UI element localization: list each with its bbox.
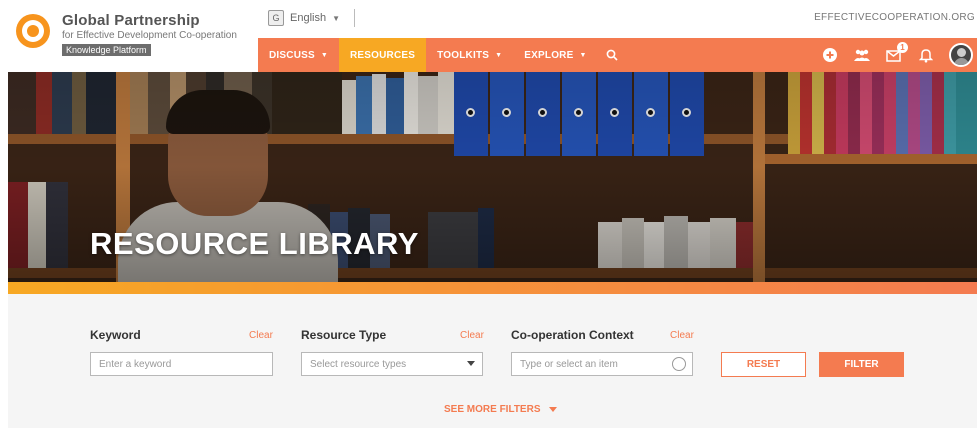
nav-item-resources[interactable]: RESOURCES (339, 38, 427, 72)
nav-item-explore[interactable]: EXPLORE ▼ (513, 38, 597, 72)
hero-accent-bar (8, 282, 977, 294)
chevron-down-icon: ▼ (579, 51, 587, 59)
language-selector[interactable]: G English ▼ (268, 8, 355, 28)
chevron-down-icon (467, 361, 475, 366)
chevron-down-icon: ▼ (495, 51, 503, 59)
context-input[interactable]: Type or select an item (511, 352, 693, 376)
nav-item-label: TOOLKITS (437, 49, 490, 61)
brand-title: Global Partnership (62, 12, 200, 29)
keyword-input[interactable]: Enter a keyword (90, 352, 273, 376)
plus-circle-icon[interactable] (821, 46, 839, 64)
language-divider (354, 9, 355, 27)
chevron-down-icon: ▼ (320, 51, 328, 59)
page: Global Partnership for Effective Develop… (0, 0, 977, 428)
resource-type-label: Resource Type (301, 328, 387, 342)
reset-button[interactable]: RESET (721, 352, 806, 377)
resource-filters: Keyword Clear Enter a keyword Resource T… (8, 294, 977, 428)
see-more-label: SEE MORE FILTERS (444, 404, 541, 415)
filter-button[interactable]: FILTER (819, 352, 904, 377)
chevron-down-icon: ▼ (332, 13, 340, 23)
see-more-filters-link[interactable]: SEE MORE FILTERS (444, 404, 557, 415)
user-avatar[interactable] (949, 43, 973, 67)
language-label: English (290, 12, 327, 24)
resource-type-clear-link[interactable]: Clear (460, 330, 484, 341)
main-nav: DISCUSS ▼ RESOURCES TOOLKITS ▼ EXPLORE ▼ (258, 38, 977, 72)
context-label: Co-operation Context (511, 328, 634, 342)
brand-tag: Knowledge Platform (62, 44, 151, 56)
context-placeholder: Type or select an item (520, 358, 618, 370)
site-header: Global Partnership for Effective Develop… (0, 0, 977, 72)
messages-badge: 1 (897, 42, 908, 53)
resource-type-select[interactable]: Select resource types (301, 352, 483, 376)
nav-item-label: DISCUSS (269, 49, 315, 61)
brand-subtitle: for Effective Development Co-operation (62, 30, 237, 41)
nav-item-toolkits[interactable]: TOOLKITS ▼ (426, 38, 513, 72)
messages-icon[interactable]: 1 (885, 42, 908, 64)
page-title: RESOURCE LIBRARY (90, 226, 419, 261)
search-icon[interactable] (602, 38, 622, 72)
bell-icon[interactable] (917, 46, 935, 64)
nav-item-label: EXPLORE (524, 49, 574, 61)
loading-circle-icon (672, 357, 686, 371)
community-icon[interactable] (853, 46, 871, 64)
keyword-label: Keyword (90, 328, 141, 342)
gpedc-logo-icon (16, 14, 50, 48)
resource-type-placeholder: Select resource types (310, 358, 407, 370)
translate-icon: G (268, 10, 284, 26)
site-logo[interactable]: Global Partnership for Effective Develop… (8, 8, 258, 68)
chevron-down-icon (548, 407, 557, 412)
nav-item-discuss[interactable]: DISCUSS ▼ (258, 38, 339, 72)
hero-banner: RESOURCE LIBRARY (8, 72, 977, 282)
nav-item-label: RESOURCES (350, 49, 416, 61)
site-url-link[interactable]: EFFECTIVECOOPERATION.ORG (814, 12, 975, 23)
context-clear-link[interactable]: Clear (670, 330, 694, 341)
keyword-clear-link[interactable]: Clear (249, 330, 273, 341)
nav-user-tools: 1 (821, 38, 973, 72)
